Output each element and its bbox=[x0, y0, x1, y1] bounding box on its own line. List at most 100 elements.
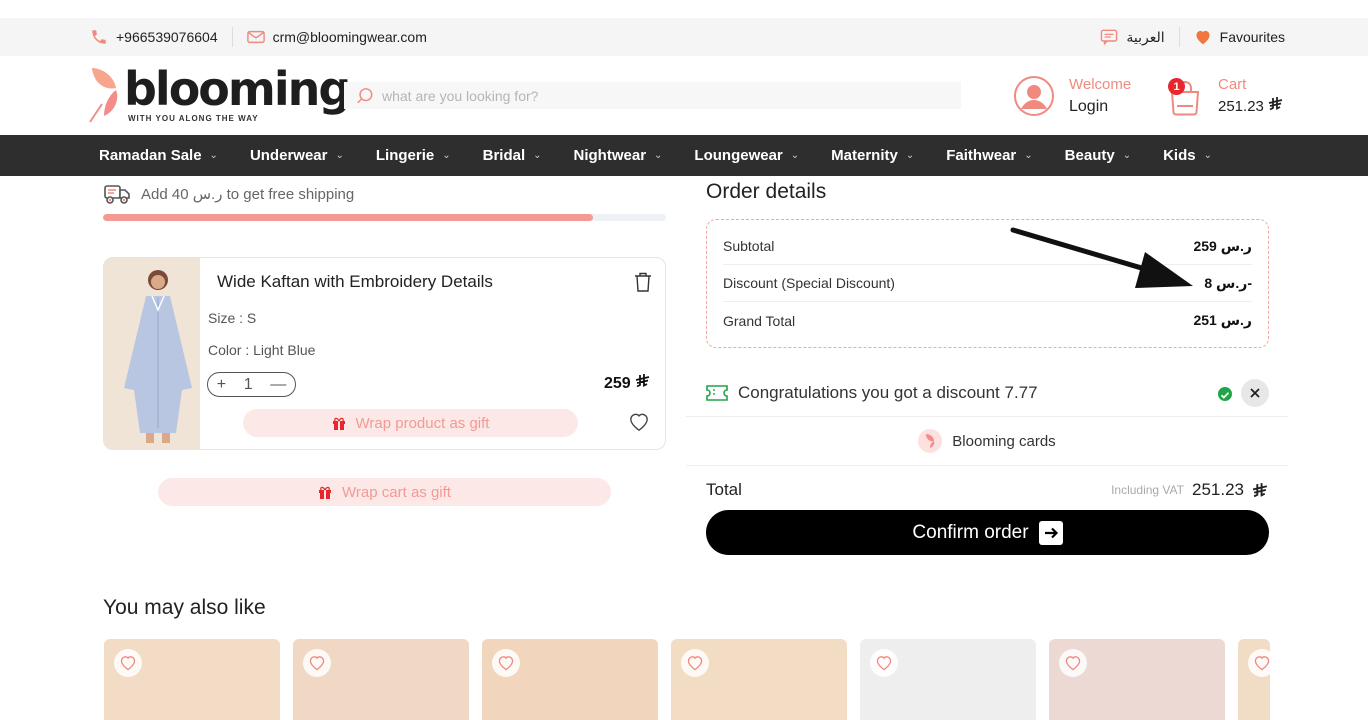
chevron-down-icon: ⌄ bbox=[1203, 150, 1212, 161]
shipping-message: Add 40 ر.س to get free shipping bbox=[103, 180, 666, 208]
nav-item-faithwear[interactable]: Faithwear ⌄ bbox=[946, 147, 1032, 164]
mail-icon bbox=[246, 30, 265, 44]
shipping-progress-bar bbox=[103, 214, 666, 221]
nav-item-nightwear[interactable]: Nightwear ⌄ bbox=[574, 147, 663, 164]
cart-count-badge: 1 bbox=[1168, 78, 1185, 95]
vat-note: Including VAT bbox=[1111, 483, 1184, 497]
increase-quantity-button[interactable]: + bbox=[217, 376, 226, 394]
chat-icon bbox=[1100, 29, 1118, 45]
favourite-heart-icon[interactable] bbox=[628, 412, 650, 437]
remove-discount-button[interactable] bbox=[1241, 379, 1269, 407]
recommendations-title: You may also like bbox=[103, 596, 266, 619]
quantity-stepper: + 1 — bbox=[207, 372, 296, 397]
wrap-cart-gift-button[interactable]: Wrap cart as gift bbox=[158, 478, 611, 506]
divider bbox=[1178, 27, 1180, 47]
product-tile[interactable] bbox=[104, 639, 280, 720]
email-address: crm@bloomingwear.com bbox=[272, 29, 427, 45]
row-value: ر.س 251 bbox=[1193, 312, 1252, 328]
cart-gift-label: Wrap cart as gift bbox=[342, 483, 451, 501]
decrease-quantity-button[interactable]: — bbox=[270, 376, 286, 394]
nav-label: Beauty bbox=[1064, 147, 1115, 164]
total-label: Total bbox=[706, 480, 742, 499]
row-label: Grand Total bbox=[723, 312, 796, 329]
nav-item-ramadan-sale[interactable]: Ramadan Sale ⌄ bbox=[99, 147, 218, 164]
gift-icon bbox=[318, 485, 332, 499]
nav-item-lingerie[interactable]: Lingerie ⌄ bbox=[376, 147, 451, 164]
product-name[interactable]: Wide Kaftan with Embroidery Details bbox=[217, 272, 493, 292]
logo[interactable]: blooming WITH YOU ALONG THE WAY bbox=[88, 62, 351, 126]
nav-label: Maternity bbox=[831, 147, 898, 164]
product-tile[interactable] bbox=[1049, 639, 1225, 720]
nav-item-underwear[interactable]: Underwear ⌄ bbox=[250, 147, 344, 164]
product-tile[interactable] bbox=[671, 639, 847, 720]
favourite-heart-icon[interactable] bbox=[681, 649, 709, 677]
heart-icon bbox=[1194, 29, 1212, 45]
favourite-heart-icon[interactable] bbox=[1059, 649, 1087, 677]
butterfly-logo-icon bbox=[89, 68, 118, 123]
nav-item-beauty[interactable]: Beauty ⌄ bbox=[1065, 147, 1131, 164]
phone-number: +966539076604 bbox=[116, 29, 218, 45]
nav-item-bridal[interactable]: Bridal ⌄ bbox=[483, 147, 542, 164]
wrap-product-gift-button[interactable]: Wrap product as gift bbox=[243, 409, 578, 437]
chevron-down-icon: ⌄ bbox=[654, 150, 663, 161]
login-label: Login bbox=[1069, 98, 1109, 115]
shipping-amount: Add 40 bbox=[141, 186, 189, 203]
riyal-icon bbox=[1252, 482, 1268, 497]
product-tile[interactable] bbox=[860, 639, 1036, 720]
favourites-link[interactable]: Favourites bbox=[1194, 29, 1285, 45]
welcome-label: Welcome bbox=[1069, 76, 1132, 93]
cart-label: Cart bbox=[1218, 76, 1247, 93]
nav-label: Nightwear bbox=[573, 147, 647, 164]
confirm-order-button[interactable]: Confirm order bbox=[706, 510, 1269, 555]
cart-link[interactable]: 1 Cart 251.23 bbox=[1168, 74, 1284, 118]
blooming-cards-label: Blooming cards bbox=[952, 432, 1056, 450]
product-tile[interactable] bbox=[1238, 639, 1270, 720]
favourites-label: Favourites bbox=[1219, 29, 1285, 45]
nav-label: Faithwear bbox=[946, 147, 1017, 164]
email-link[interactable]: crm@bloomingwear.com bbox=[246, 29, 427, 45]
discount-notice: Congratulations you got a discount 7.77 bbox=[686, 370, 1288, 417]
phone-link[interactable]: +966539076604 bbox=[90, 28, 218, 46]
cart-amount: 251.23 bbox=[1218, 98, 1264, 115]
blooming-cards-button[interactable]: Blooming cards bbox=[686, 417, 1288, 466]
contact-info: +966539076604 crm@bloomingwear.com bbox=[90, 18, 427, 56]
butterfly-icon bbox=[918, 429, 943, 453]
product-color: Color : Light Blue bbox=[208, 342, 316, 358]
shipping-text: Add 40 ر.س to get free shipping bbox=[141, 185, 354, 203]
delivery-truck-icon bbox=[103, 181, 131, 207]
favourite-heart-icon[interactable] bbox=[1248, 649, 1270, 677]
account-link[interactable]: Welcome Login bbox=[1013, 74, 1131, 118]
divider bbox=[231, 27, 233, 47]
close-icon bbox=[1250, 388, 1260, 398]
chevron-down-icon: ⌄ bbox=[905, 150, 915, 161]
product-tile[interactable] bbox=[293, 639, 469, 720]
nav-label: Loungewear bbox=[694, 147, 783, 164]
chevron-down-icon: ⌄ bbox=[790, 150, 800, 161]
product-price: 259 bbox=[604, 374, 651, 393]
favourite-heart-icon[interactable] bbox=[492, 649, 520, 677]
search-icon[interactable] bbox=[356, 87, 374, 105]
chevron-down-icon: ⌄ bbox=[1024, 150, 1033, 161]
price-value: 259 bbox=[604, 375, 631, 392]
total-amount: 251.23 bbox=[1192, 480, 1244, 499]
favourite-heart-icon[interactable] bbox=[114, 649, 142, 677]
nav-label: Underwear bbox=[249, 147, 328, 164]
language-switch[interactable]: العربية bbox=[1100, 29, 1165, 46]
product-tile[interactable] bbox=[482, 639, 658, 720]
nav-item-loungewear[interactable]: Loungewear ⌄ bbox=[694, 147, 799, 164]
nav-label: Kids bbox=[1163, 147, 1196, 164]
favourite-heart-icon[interactable] bbox=[303, 649, 331, 677]
nav-item-kids[interactable]: Kids ⌄ bbox=[1163, 147, 1212, 164]
chevron-down-icon: ⌄ bbox=[335, 150, 344, 161]
favourite-heart-icon[interactable] bbox=[870, 649, 898, 677]
search-input[interactable] bbox=[382, 87, 942, 104]
discount-message: Congratulations you got a discount 7.77 bbox=[738, 383, 1038, 402]
annotation-arrow-icon bbox=[1010, 227, 1193, 288]
shipping-currency: ر.س bbox=[192, 186, 223, 203]
nav-item-maternity[interactable]: Maternity ⌄ bbox=[831, 147, 914, 164]
cart-icon-wrapper: 1 bbox=[1168, 76, 1202, 116]
grand-total-row: Grand Total ر.س 251 bbox=[723, 302, 1252, 339]
trash-icon[interactable] bbox=[634, 272, 652, 297]
product-image[interactable] bbox=[104, 258, 200, 449]
shipping-suffix: to get free shipping bbox=[226, 186, 355, 203]
